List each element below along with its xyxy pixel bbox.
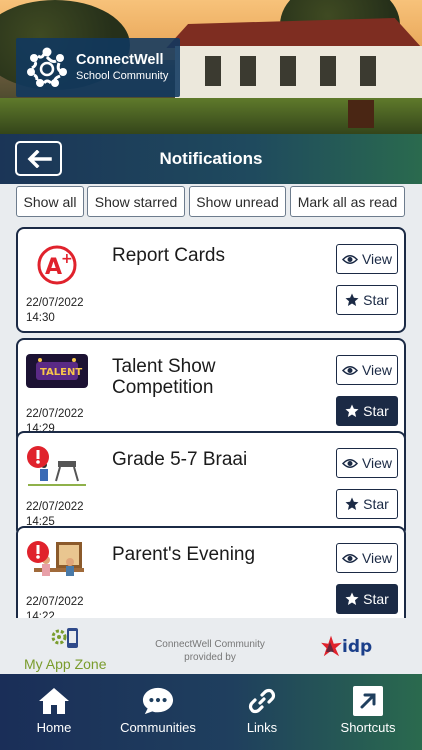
- notification-card[interactable]: 22/07/2022 14:22 Parent's Evening View S…: [16, 526, 406, 618]
- page-header: Notifications: [0, 134, 422, 184]
- my-app-zone-label[interactable]: My App Zone: [24, 656, 107, 672]
- notification-card[interactable]: TALENT 22/07/2022 14:29 Talent Show Comp…: [16, 338, 406, 444]
- notification-time: 14:22: [26, 611, 55, 618]
- link-icon: [246, 686, 278, 716]
- nav-shortcuts[interactable]: Shortcuts: [333, 674, 403, 750]
- hero-window: [205, 56, 221, 86]
- notification-date: 22/07/2022: [26, 297, 84, 309]
- brand-subtitle: School Community: [76, 70, 169, 82]
- view-button[interactable]: View: [336, 448, 398, 478]
- nav-communities[interactable]: Communities: [113, 674, 203, 750]
- view-label: View: [361, 455, 393, 471]
- eye-icon: [341, 553, 358, 563]
- notification-timestamp: 22/07/2022 14:30: [26, 296, 84, 326]
- star-label: Star: [363, 403, 389, 419]
- hero-banner: ConnectWell School Community: [0, 0, 422, 134]
- star-label: Star: [363, 292, 389, 308]
- nav-communities-label: Communities: [120, 720, 196, 735]
- view-button[interactable]: View: [336, 543, 398, 573]
- star-label: Star: [363, 496, 389, 512]
- eye-icon: [341, 254, 358, 264]
- nav-shortcuts-label: Shortcuts: [340, 720, 396, 735]
- star-icon: [345, 293, 359, 306]
- mark-all-read-button[interactable]: Mark all as read: [290, 186, 405, 217]
- notification-timestamp: 22/07/2022 14:22: [26, 595, 84, 618]
- eye-icon: [341, 458, 358, 468]
- idp-logo-text: idp: [342, 637, 372, 657]
- nav-links-label: Links: [246, 720, 278, 735]
- brand-badge: ConnectWell School Community: [16, 38, 180, 97]
- home-icon: [38, 686, 70, 716]
- star-button[interactable]: Star: [336, 285, 398, 315]
- notification-card[interactable]: 22/07/2022 14:25 Grade 5-7 Braai View St…: [16, 431, 406, 537]
- parents-evening-alert-image: [27, 541, 84, 576]
- hero-window: [360, 56, 376, 86]
- nav-home-label: Home: [36, 720, 72, 735]
- bottom-nav: Home Communities Links Shortcuts: [0, 674, 422, 750]
- hero-window: [240, 56, 256, 86]
- star-icon: [345, 592, 359, 605]
- notification-list: A + 22/07/2022 14:30 Report Cards View S…: [0, 224, 422, 618]
- star-label: Star: [363, 591, 389, 607]
- footer: My App Zone ConnectWell Community provid…: [0, 618, 422, 674]
- svg-text:+: +: [61, 251, 73, 267]
- nav-home[interactable]: Home: [22, 674, 86, 750]
- my-app-zone-logo-icon[interactable]: [50, 626, 80, 652]
- notification-time: 14:30: [26, 312, 55, 324]
- view-label: View: [361, 550, 393, 566]
- eye-icon: [341, 365, 358, 375]
- notification-date: 22/07/2022: [26, 501, 84, 513]
- show-all-button[interactable]: Show all: [16, 186, 84, 217]
- grade-a-plus-icon: A +: [37, 245, 77, 285]
- view-label: View: [361, 251, 393, 267]
- notification-title: Grade 5-7 Braai: [112, 449, 248, 470]
- notification-card[interactable]: A + 22/07/2022 14:30 Report Cards View S…: [16, 227, 406, 333]
- view-label: View: [361, 362, 393, 378]
- star-icon: [345, 497, 359, 510]
- star-button[interactable]: Star: [336, 584, 398, 614]
- svg-text:TALENT: TALENT: [40, 367, 82, 378]
- idp-logo: idp: [321, 635, 372, 657]
- view-button[interactable]: View: [336, 355, 398, 385]
- chat-icon: [142, 686, 174, 716]
- svg-text:A: A: [45, 255, 62, 280]
- star-icon: [345, 404, 359, 417]
- notification-title: Report Cards: [112, 245, 225, 266]
- brand-name: ConnectWell: [76, 52, 164, 68]
- star-button[interactable]: Star: [336, 396, 398, 426]
- page-title: Notifications: [159, 149, 263, 168]
- nav-links[interactable]: Links: [230, 674, 294, 750]
- notification-date: 22/07/2022: [26, 596, 84, 608]
- brand-text: ConnectWell School Community: [76, 52, 168, 83]
- talent-show-image: TALENT: [26, 354, 88, 388]
- notification-title: Talent Show Competition: [112, 356, 216, 398]
- connectwell-logo-icon: [27, 47, 67, 87]
- show-unread-button[interactable]: Show unread: [189, 186, 286, 217]
- hero-bench: [348, 100, 374, 128]
- view-button[interactable]: View: [336, 244, 398, 274]
- braai-alert-image: [27, 446, 86, 486]
- notification-date: 22/07/2022: [26, 408, 84, 420]
- provided-by-text: ConnectWell Community provided by: [155, 639, 265, 663]
- hero-window: [320, 56, 336, 86]
- star-button[interactable]: Star: [336, 489, 398, 519]
- hero-window: [280, 56, 296, 86]
- notification-title: Parent's Evening: [112, 544, 256, 565]
- shortcut-arrow-icon: [352, 686, 384, 716]
- show-starred-button[interactable]: Show starred: [87, 186, 185, 217]
